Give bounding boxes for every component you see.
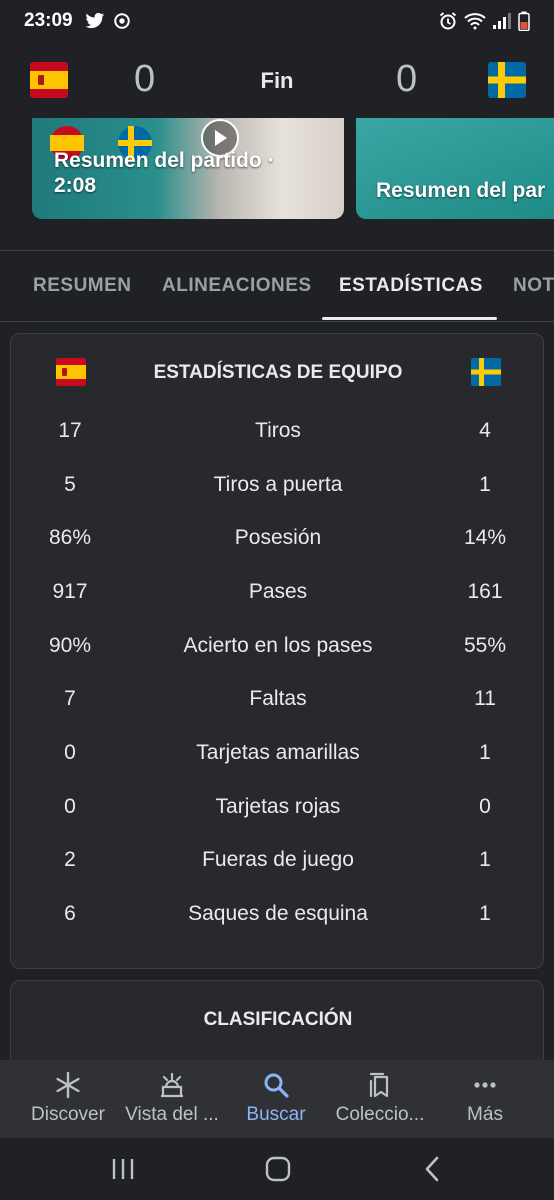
stat-row: 0 Tarjetas amarillas 1 xyxy=(11,741,545,781)
tab-bar: RESUMEN ALINEACIONES ESTADÍSTICAS NOT xyxy=(0,251,554,322)
stat-away-value: 1 xyxy=(479,902,491,925)
stat-away-value: 14% xyxy=(463,526,507,549)
stat-row: 0 Tarjetas rojas 0 xyxy=(11,795,545,835)
more-icon xyxy=(474,1082,496,1088)
stat-row: 17 Tiros 4 xyxy=(11,419,545,459)
stat-away-value: 11 xyxy=(474,687,496,710)
stat-row: 2 Fueras de juego 1 xyxy=(11,848,545,888)
away-score: 0 xyxy=(396,58,418,100)
system-nav-bar xyxy=(0,1138,554,1200)
stat-row: 6 Saques de esquina 1 xyxy=(11,902,545,942)
nav-vista[interactable]: Vista del ... xyxy=(117,1070,227,1126)
tab-active-indicator xyxy=(322,317,497,320)
alarm-icon xyxy=(439,12,457,30)
stat-row: 86% Posesión 14% xyxy=(11,526,545,566)
video-card-second[interactable]: Resumen del par xyxy=(356,118,554,219)
tab-noticias[interactable]: NOT xyxy=(513,275,554,297)
nav-label: Buscar xyxy=(246,1104,306,1125)
sweden-flag[interactable] xyxy=(488,62,526,98)
stat-away-value: 55% xyxy=(463,634,507,657)
video-title-1: Resumen del partido · 2:08 xyxy=(54,149,275,197)
nav-colecciones[interactable]: Coleccio... xyxy=(325,1070,435,1126)
stat-away-value: 0 xyxy=(479,795,491,818)
stat-away-value: 1 xyxy=(479,473,491,496)
stat-away-value: 4 xyxy=(479,419,491,442)
nav-buscar[interactable]: Buscar xyxy=(221,1070,331,1126)
status-time: 23:09 xyxy=(24,10,73,31)
standings-title: CLASIFICACIÓN xyxy=(203,1009,353,1030)
sunrise-icon xyxy=(161,1072,183,1098)
battery-icon xyxy=(518,11,530,31)
stat-row: 917 Pases 161 xyxy=(11,580,545,620)
stats-title: ESTADÍSTICAS DE EQUIPO xyxy=(153,362,403,383)
status-icons-left xyxy=(85,12,131,30)
nav-label: Coleccio... xyxy=(335,1104,425,1125)
nav-label: Discover xyxy=(31,1104,105,1125)
stat-row: 5 Tiros a puerta 1 xyxy=(11,473,545,513)
stat-away-value: 161 xyxy=(467,580,503,603)
stat-row: 90% Acierto en los pases 55% xyxy=(11,634,545,674)
video-title-2: Resumen del par xyxy=(376,179,546,202)
search-icon xyxy=(264,1073,289,1098)
stat-away-value: 1 xyxy=(479,741,491,764)
nav-discover[interactable]: Discover xyxy=(13,1070,123,1126)
stat-away-value: 1 xyxy=(479,848,491,871)
home-icon[interactable] xyxy=(261,1152,295,1186)
nav-label: Vista del ... xyxy=(125,1104,219,1125)
status-icons-right xyxy=(438,11,530,31)
score-header: 0 Fin 0 xyxy=(0,42,554,118)
video-carousel[interactable]: Resumen del partido · 2:08 Resumen del p… xyxy=(0,118,554,250)
back-icon[interactable] xyxy=(416,1152,450,1186)
nav-mas[interactable]: Más xyxy=(430,1070,540,1126)
stat-row: 7 Faltas 11 xyxy=(11,687,545,727)
nav-label: Más xyxy=(467,1104,503,1125)
status-bar: 23:09 xyxy=(0,0,554,42)
collections-icon xyxy=(369,1072,389,1098)
tab-estadisticas[interactable]: ESTADÍSTICAS xyxy=(339,275,483,297)
sweden-flag-small xyxy=(471,358,501,386)
match-status: Fin xyxy=(260,68,294,93)
tab-resumen[interactable]: RESUMEN xyxy=(33,275,132,297)
signal-icon xyxy=(493,13,511,29)
twitter-icon xyxy=(85,12,104,29)
sync-icon xyxy=(113,13,130,29)
wifi-icon xyxy=(464,13,486,30)
bottom-nav: Discover Vista del ... Buscar Coleccio..… xyxy=(0,1060,554,1138)
recent-apps-icon[interactable] xyxy=(106,1152,140,1186)
team-stats-card: ESTADÍSTICAS DE EQUIPO 17 Tiros 4 5 Tiro… xyxy=(10,333,544,969)
video-card-highlights[interactable]: Resumen del partido · 2:08 xyxy=(32,118,344,219)
tab-alineaciones[interactable]: ALINEACIONES xyxy=(162,275,312,297)
asterisk-icon xyxy=(56,1071,80,1099)
